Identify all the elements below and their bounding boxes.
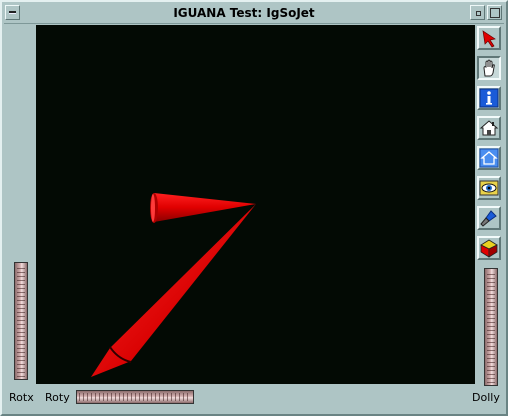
pointer-arrow-icon [482, 30, 496, 48]
roty-thumbwheel[interactable] [76, 390, 194, 404]
menu-bar-icon [9, 11, 16, 14]
window-title: IGUANA Test: IgSoJet [173, 6, 315, 20]
info-button[interactable] [477, 86, 501, 110]
rotx-thumbwheel[interactable] [14, 262, 28, 380]
3d-viewport[interactable] [36, 25, 475, 384]
set-home-icon [479, 148, 499, 168]
rotx-label: Rotx [9, 391, 34, 404]
hand-icon [483, 59, 495, 77]
select-tool-button[interactable] [477, 26, 501, 50]
minimize-icon [476, 11, 481, 16]
viewer-area: Rotx Roty Dolly [8, 24, 502, 410]
view-tool-button[interactable] [477, 56, 501, 80]
window-menu-button[interactable] [5, 5, 20, 20]
home-button[interactable] [477, 116, 501, 140]
view-all-button[interactable] [477, 176, 501, 200]
set-home-button[interactable] [477, 146, 501, 170]
flashlight-icon [480, 210, 497, 227]
jet-cone-left [150, 193, 256, 223]
title-bar[interactable]: IGUANA Test: IgSoJet [4, 4, 504, 24]
minimize-button[interactable] [470, 5, 485, 20]
cube-icon [480, 239, 498, 258]
seek-button[interactable] [477, 206, 501, 230]
home-icon [479, 120, 499, 136]
maximize-button[interactable] [487, 5, 502, 20]
app-window: IGUANA Test: IgSoJet Rotx Roty Dolly [0, 0, 508, 416]
roty-label: Roty [45, 391, 70, 404]
jet-cone-down [91, 204, 256, 377]
maximize-icon [490, 8, 500, 18]
eye-icon [479, 180, 499, 196]
info-icon [479, 88, 499, 108]
projection-button[interactable] [477, 236, 501, 260]
dolly-thumbwheel[interactable] [484, 268, 498, 386]
jet-scene [91, 193, 256, 377]
dolly-label: Dolly [472, 391, 500, 404]
